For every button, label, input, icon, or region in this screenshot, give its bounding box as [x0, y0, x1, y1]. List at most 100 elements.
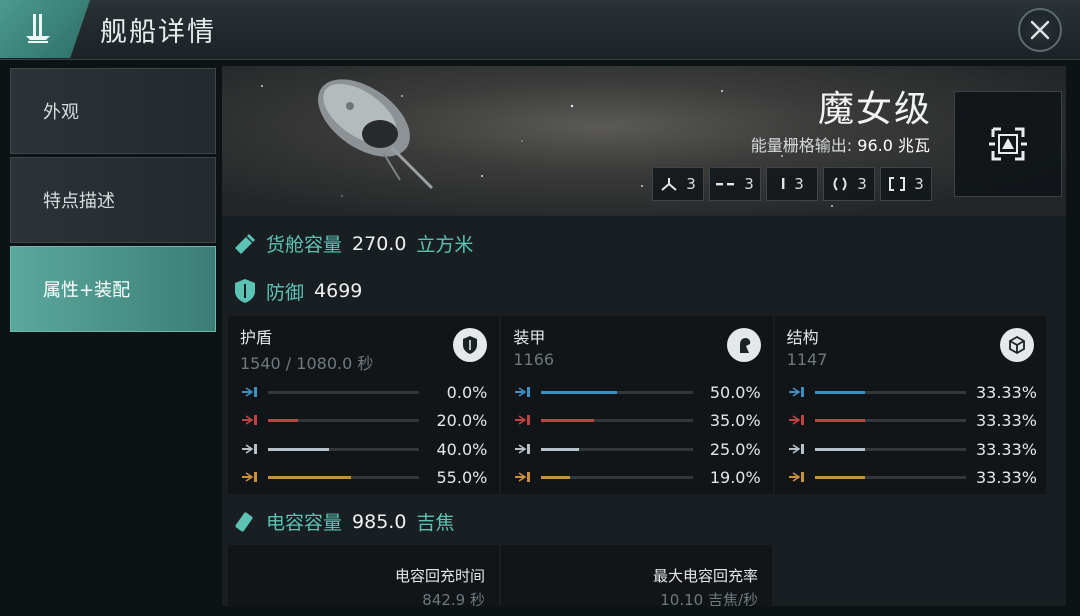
- defense-shield-icon: [235, 279, 255, 303]
- sidebar-tab-label: 外观: [43, 102, 79, 123]
- layer-badge: [726, 328, 761, 362]
- resist-bar-fill: [814, 475, 866, 479]
- resist-row-explosive: 33.33%: [787, 467, 1037, 487]
- em-damage-icon: [242, 387, 257, 397]
- powergrid-unit: 兆瓦: [897, 136, 930, 155]
- layer-title: 护盾: [240, 328, 273, 347]
- ship-silhouette-icon: [26, 14, 50, 43]
- resist-row-kinetic: 33.33%: [787, 439, 1037, 459]
- layer-title: 装甲: [513, 328, 546, 347]
- sidebar-tab-appearance[interactable]: 外观: [10, 68, 216, 154]
- thermal-damage-icon: [242, 415, 257, 425]
- resist-bar: [541, 418, 693, 422]
- resist-bar: [268, 418, 420, 422]
- resist-percent: 55.0%: [436, 467, 488, 487]
- resist-percent: 20.0%: [436, 410, 488, 430]
- capacitor-max-recharge-rate: 最大电容回充率 10.10 吉焦/秒: [501, 545, 772, 606]
- powergrid-label: 能量栅格输出:: [750, 136, 853, 155]
- defense-value: 4699: [314, 280, 363, 302]
- powergrid-output: 能量栅格输出: 96.0 兆瓦: [751, 132, 930, 156]
- sidebar-tab-attributes-fitting[interactable]: 属性+装配: [10, 246, 216, 332]
- stat-label: 电容回充时间: [394, 567, 485, 585]
- resist-percent: 33.33%: [975, 410, 1037, 430]
- sidebar-tab-label: 属性+装配: [43, 280, 131, 301]
- resist-row-thermal: 35.0%: [513, 410, 761, 430]
- ship-class-badge[interactable]: [954, 91, 1062, 197]
- resist-bar: [268, 475, 420, 479]
- resist-percent: 33.33%: [975, 382, 1037, 402]
- header-bar: 舰船详情: [0, 0, 1080, 60]
- ship-model-image: [318, 79, 434, 190]
- ship-attributes-panel[interactable]: 魔女级 能量栅格输出: 96.0 兆瓦 3 3 3 3 3 货舱容量 270.0…: [222, 66, 1066, 606]
- resist-row-kinetic: 40.0%: [240, 439, 487, 459]
- layer-hp: 1540 / 1080.0 秒: [240, 354, 374, 373]
- close-button[interactable]: [1018, 8, 1062, 52]
- slot-single-bar[interactable]: 3: [766, 167, 818, 201]
- layer-hp: 1147: [786, 350, 828, 369]
- explosive-damage-icon: [242, 472, 257, 482]
- slot-turret[interactable]: 3: [652, 167, 704, 201]
- thermal-damage-icon: [788, 415, 804, 425]
- slot-parentheses[interactable]: 3: [823, 167, 875, 201]
- slot-dashed[interactable]: 3: [709, 167, 761, 201]
- capacitor-capacity: 电容容量 985.0 吉焦: [232, 508, 454, 535]
- cargo-value: 270.0: [352, 232, 407, 255]
- slot-count: 3: [914, 175, 924, 193]
- resist-bar: [814, 390, 966, 394]
- slot-summary: 3 3 3 3 3: [652, 167, 932, 201]
- layer-hp: 1166: [513, 350, 555, 369]
- sidebar: 外观 特点描述 属性+装配: [10, 68, 216, 335]
- cargo-icon: [235, 233, 256, 254]
- resist-percent: 19.0%: [709, 467, 761, 487]
- resist-bar-fill: [268, 475, 352, 479]
- cargo-label: 货舱容量: [266, 234, 343, 256]
- cargo-capacity: 货舱容量 270.0 立方米: [232, 230, 473, 257]
- resist-bar-fill: [814, 447, 866, 451]
- resist-row-thermal: 20.0%: [240, 410, 487, 430]
- resist-bar: [268, 447, 420, 451]
- kinetic-damage-icon: [788, 444, 804, 454]
- capacitor-icon: [235, 512, 253, 531]
- resist-bar: [541, 447, 693, 451]
- layer-title: 结构: [786, 328, 819, 347]
- slot-count: 3: [857, 175, 867, 193]
- resist-percent: 25.0%: [709, 439, 761, 459]
- defense-panel-shield: 护盾 1540 / 1080.0 秒 0.0% 20.0% 40.0% 55.0%: [228, 316, 500, 494]
- resist-bar: [541, 475, 693, 479]
- resist-bar: [268, 390, 420, 394]
- turret-hardpoint-icon: [661, 178, 677, 191]
- resist-bar-fill: [268, 418, 299, 422]
- resist-bar-fill: [541, 475, 571, 479]
- resist-bar-fill: [541, 418, 595, 422]
- stat-value: 842.9 秒: [422, 591, 485, 606]
- sidebar-tab-description[interactable]: 特点描述: [10, 157, 216, 243]
- frigate-class-icon: [989, 127, 1027, 161]
- ship-logo-tab: [0, 0, 90, 58]
- page-title: 舰船详情: [100, 17, 216, 48]
- slot-count: 3: [794, 175, 804, 193]
- defense-label: 防御: [266, 281, 305, 304]
- resist-percent: 35.0%: [709, 410, 761, 430]
- armor-icon: [739, 338, 750, 353]
- resist-percent: 40.0%: [436, 439, 488, 459]
- cargo-unit: 立方米: [416, 234, 474, 256]
- defense-panel-armor: 装甲 1166 50.0% 35.0% 25.0% 19.0%: [501, 316, 773, 494]
- defense-panel-structure: 结构 1147 33.33% 33.33% 33.33% 33.33%: [774, 316, 1046, 494]
- sidebar-tab-label: 特点描述: [43, 191, 115, 212]
- resist-bar: [814, 447, 966, 451]
- resist-percent: 0.0%: [446, 382, 488, 402]
- capacitor-unit: 吉焦: [416, 512, 455, 534]
- layer-badge: [999, 328, 1034, 362]
- powergrid-value: 96.0: [857, 136, 893, 155]
- thermal-damage-icon: [515, 415, 531, 425]
- resist-row-em: 33.33%: [787, 382, 1037, 402]
- explosive-damage-icon: [515, 472, 531, 482]
- brackets-slot-icon: [889, 177, 906, 191]
- capacitor-value: 985.0: [352, 510, 407, 533]
- explosive-damage-icon: [788, 472, 804, 482]
- resist-row-thermal: 33.33%: [787, 410, 1037, 430]
- ship-name: 魔女级: [817, 89, 932, 130]
- dashed-slot-icon: [716, 183, 735, 186]
- slot-brackets[interactable]: 3: [880, 167, 932, 201]
- slot-count: 3: [744, 175, 754, 193]
